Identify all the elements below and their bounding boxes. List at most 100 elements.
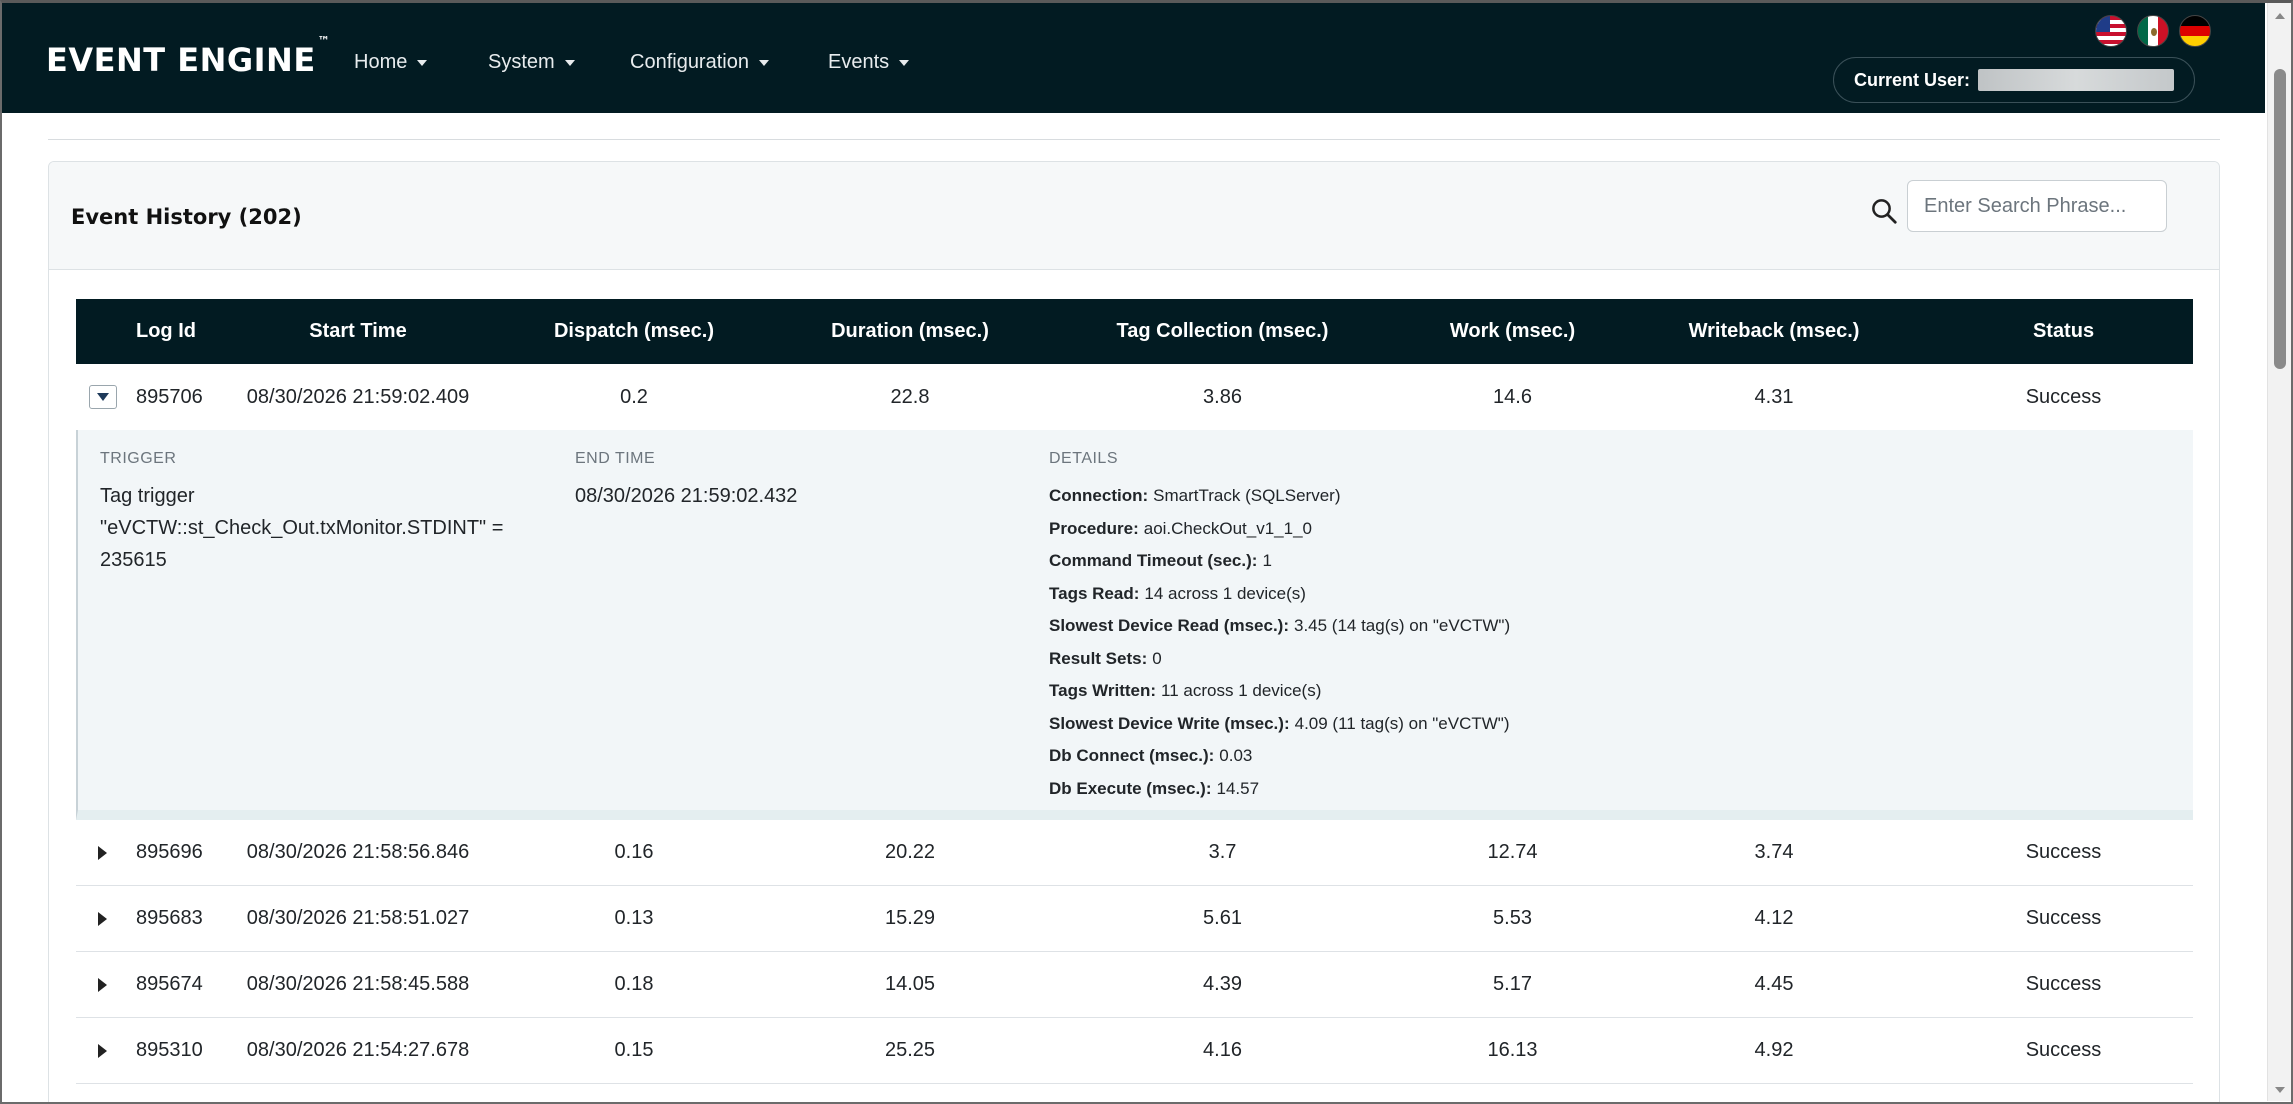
scroll-down-icon[interactable] <box>2275 1087 2285 1093</box>
chevron-down-icon <box>417 59 428 66</box>
cell-log-id: 895706 <box>136 385 203 408</box>
detail-item: Tags Written: 11 across 1 device(s) <box>1049 681 1322 700</box>
cell-work: 5.17 <box>1493 973 1532 995</box>
page-title: Event History (202) <box>71 205 302 229</box>
trigger-section: TRIGGER Tag trigger "eVCTW::st_Check_Out… <box>100 450 540 576</box>
search-input[interactable] <box>1907 180 2167 232</box>
cell-work: 5.53 <box>1493 907 1532 929</box>
cell-status: Success <box>2025 1039 2102 1061</box>
cell-writeback: 4.45 <box>1754 973 1794 995</box>
row-toggle-cell <box>76 385 136 409</box>
cell-duration: 14.05 <box>884 973 936 995</box>
details-section: DETAILS Connection: SmartTrack (SQLServer… <box>1049 450 1949 805</box>
mx-flag-icon[interactable] <box>2137 15 2169 47</box>
cell-dispatch: 0.15 <box>614 1039 654 1061</box>
event-history-table: Log Id Start Time Dispatch (msec.) Durat… <box>76 299 2193 1084</box>
detail-item: Db Connect (msec.): 0.03 <box>1049 746 1253 765</box>
column-header-log-id[interactable]: Log Id <box>136 320 234 343</box>
trigger-label: TRIGGER <box>100 450 177 467</box>
trigger-line: "eVCTW::st_Check_Out.txMonitor.STDINT" = <box>100 517 504 539</box>
nav-configuration[interactable]: Configuration <box>630 51 769 74</box>
cell-writeback: 4.92 <box>1754 1039 1794 1061</box>
row-toggle-cell <box>76 1043 136 1058</box>
cell-start-time: 08/30/2026 21:58:51.027 <box>246 907 470 929</box>
row-toggle-cell <box>76 977 136 992</box>
row-toggle-cell <box>76 911 136 926</box>
cell-dispatch: 0.2 <box>620 385 648 408</box>
chevron-right-icon[interactable] <box>98 1043 107 1058</box>
column-header-writeback[interactable]: Writeback (msec.) <box>1614 320 1934 343</box>
table-row[interactable]: 895706 08/30/2026 21:59:02.409 0.2 22.8 … <box>76 364 2193 430</box>
cell-start-time: 08/30/2026 21:54:27.678 <box>246 1039 470 1061</box>
nav-home[interactable]: Home <box>354 51 428 74</box>
chevron-down-icon <box>564 59 575 66</box>
end-time-label: END TIME <box>575 450 656 467</box>
divider <box>48 139 2220 140</box>
cell-start-time: 08/30/2026 21:59:02.409 <box>246 385 470 408</box>
top-navbar: EVENT ENGINE ™ Home System Configuration … <box>2 3 2265 113</box>
details-label: DETAILS <box>1049 450 1118 467</box>
chevron-right-icon[interactable] <box>98 977 107 992</box>
cell-log-id: 895696 <box>136 841 203 863</box>
nav-events-label: Events <box>828 51 890 73</box>
cell-writeback: 4.31 <box>1754 385 1794 408</box>
chevron-right-icon[interactable] <box>98 911 107 926</box>
detail-item: Slowest Device Read (msec.): 3.45 (14 tag… <box>1049 616 1511 635</box>
table-row[interactable]: 895674 08/30/2026 21:58:45.588 0.18 14.0… <box>76 952 2193 1018</box>
scroll-up-icon[interactable] <box>2275 13 2285 19</box>
chevron-down-icon <box>899 59 910 66</box>
column-header-duration[interactable]: Duration (msec.) <box>786 320 1034 343</box>
cell-work: 14.6 <box>1493 385 1532 408</box>
cell-tag-collection: 3.86 <box>1203 385 1242 408</box>
cell-tag-collection: 4.39 <box>1203 973 1242 995</box>
trigger-line: 235615 <box>100 549 167 571</box>
cell-start-time: 08/30/2026 21:58:45.588 <box>246 973 470 995</box>
scrollbar-thumb[interactable] <box>2274 69 2286 369</box>
cell-tag-collection: 3.7 <box>1208 841 1237 863</box>
detail-item: Db Execute (msec.): 14.57 <box>1049 778 1260 798</box>
collapse-row-button[interactable] <box>89 385 117 409</box>
current-user-badge[interactable]: Current User: <box>1833 57 2195 103</box>
cell-duration: 25.25 <box>884 1039 936 1061</box>
card-header: Event History (202) <box>49 162 2219 270</box>
cell-start-time: 08/30/2026 21:58:56.846 <box>246 841 470 863</box>
brand-logo[interactable]: EVENT ENGINE ™ <box>46 34 330 79</box>
cell-log-id: 895674 <box>136 973 203 995</box>
cell-dispatch: 0.18 <box>614 973 654 995</box>
cell-writeback: 3.74 <box>1754 841 1794 863</box>
detail-item: Command Timeout (sec.): 1 <box>1049 551 1272 570</box>
cell-log-id: 895310 <box>136 1039 203 1061</box>
cell-status: Success <box>2025 841 2102 863</box>
chevron-down-icon <box>97 393 109 401</box>
detail-item: Procedure: aoi.CheckOut_v1_1_0 <box>1049 518 1312 538</box>
column-header-dispatch[interactable]: Dispatch (msec.) <box>482 320 786 343</box>
table-row[interactable]: 895310 08/30/2026 21:54:27.678 0.15 25.2… <box>76 1018 2193 1084</box>
event-history-card: Event History (202) Log Id Start Time Di… <box>48 161 2220 1104</box>
column-header-start-time[interactable]: Start Time <box>234 320 482 343</box>
page-scrollbar[interactable] <box>2267 3 2291 1101</box>
cell-status: Success <box>2025 973 2102 995</box>
column-header-tag-collection[interactable]: Tag Collection (msec.) <box>1034 320 1411 343</box>
column-header-status[interactable]: Status <box>1934 320 2193 343</box>
current-user-name-redacted <box>1978 69 2175 91</box>
end-time-value: 08/30/2026 21:59:02.432 <box>575 485 798 507</box>
cell-log-id: 895683 <box>136 907 203 929</box>
column-header-work[interactable]: Work (msec.) <box>1411 320 1614 343</box>
de-flag-icon[interactable] <box>2179 15 2211 47</box>
language-selector <box>2095 15 2211 47</box>
cell-duration: 22.8 <box>890 385 930 408</box>
cell-status: Success <box>2025 385 2102 408</box>
row-detail-panel: TRIGGER Tag trigger "eVCTW::st_Check_Out… <box>76 430 2193 820</box>
row-toggle-cell <box>76 845 136 860</box>
table-row[interactable]: 895696 08/30/2026 21:58:56.846 0.16 20.2… <box>76 820 2193 886</box>
chevron-right-icon[interactable] <box>98 845 107 860</box>
detail-item: Result Sets: 0 <box>1049 648 1162 668</box>
nav-events[interactable]: Events <box>828 51 910 74</box>
us-flag-icon[interactable] <box>2095 15 2127 47</box>
cell-dispatch: 0.16 <box>614 841 654 863</box>
table-row[interactable]: 895683 08/30/2026 21:58:51.027 0.13 15.2… <box>76 886 2193 952</box>
search-icon[interactable] <box>1869 196 1899 226</box>
nav-system[interactable]: System <box>488 51 575 74</box>
cell-writeback: 4.12 <box>1754 907 1794 929</box>
detail-item: Slowest Device Write (msec.): 4.09 (11 ta… <box>1049 713 1510 733</box>
